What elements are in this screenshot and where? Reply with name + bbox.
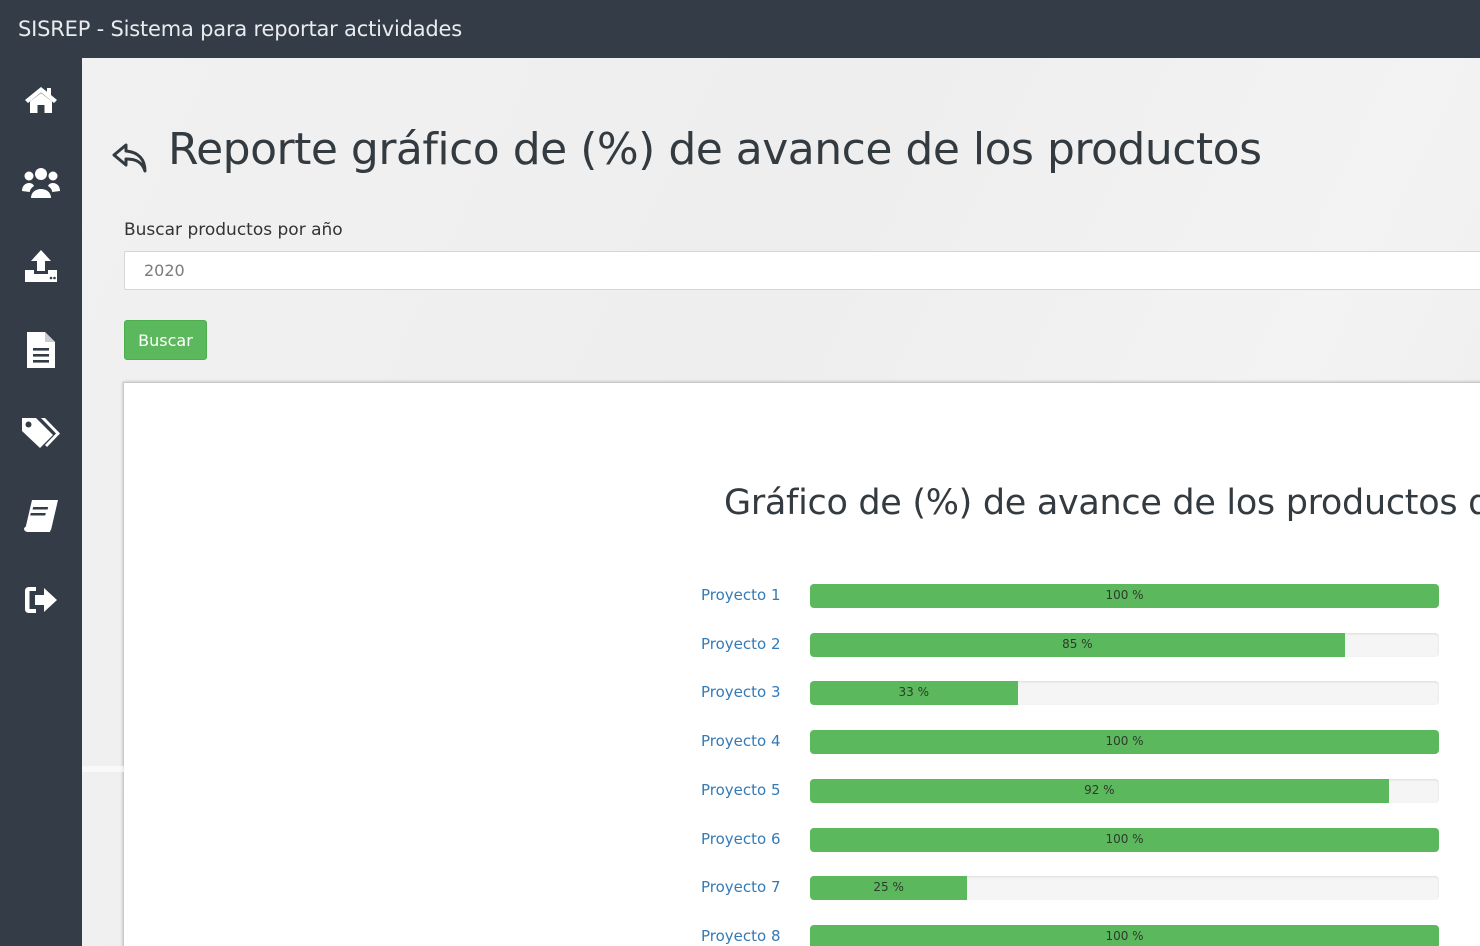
- category-label[interactable]: Proyecto 6: [701, 830, 781, 848]
- category-label[interactable]: Proyecto 3: [701, 683, 781, 701]
- value-label: 100 %: [1105, 832, 1144, 846]
- year-search-input[interactable]: [124, 251, 1480, 290]
- value-label: 100 %: [1105, 929, 1144, 943]
- tags-icon: [22, 418, 60, 448]
- chart-row: Proyecto 1 100 %: [124, 584, 1480, 610]
- chart-row: Proyecto 4 100 %: [124, 730, 1480, 756]
- value-label: 100 %: [1105, 734, 1144, 748]
- sidebar: [0, 58, 82, 946]
- sidebar-item-users[interactable]: [0, 153, 82, 213]
- page-title: Reporte gráfico de (%) de avance de los …: [168, 124, 1262, 175]
- category-label[interactable]: Proyecto 7: [701, 878, 781, 896]
- users-icon: [22, 168, 60, 198]
- search-button[interactable]: Buscar: [124, 320, 207, 360]
- chart-row: Proyecto 6 100 %: [124, 828, 1480, 854]
- progress-track: 100 %: [810, 584, 1439, 608]
- sidebar-item-tags[interactable]: [0, 403, 82, 463]
- home-icon: [25, 87, 57, 113]
- value-label: 33 %: [898, 685, 930, 699]
- sidebar-item-upload[interactable]: [0, 236, 82, 296]
- chart-row: Proyecto 7 25 %: [124, 876, 1480, 902]
- app-title: SISREP - Sistema para reportar actividad…: [18, 17, 462, 41]
- chart-row: Proyecto 8 100 %: [124, 925, 1480, 946]
- chart-title: Gráfico de (%) de avance de los producto…: [724, 483, 1480, 523]
- upload-icon: [25, 250, 57, 282]
- sidebar-item-book[interactable]: [0, 486, 82, 546]
- progress-track: 85 %: [810, 633, 1439, 657]
- chart-row: Proyecto 5 92 %: [124, 779, 1480, 805]
- category-label[interactable]: Proyecto 8: [701, 927, 781, 945]
- sidebar-item-logout[interactable]: [0, 570, 82, 630]
- progress-track: 100 %: [810, 730, 1439, 754]
- book-icon: [24, 500, 58, 532]
- progress-track: 92 %: [810, 779, 1439, 803]
- value-label: 25 %: [873, 880, 904, 894]
- progress-track: 25 %: [810, 876, 1439, 900]
- chart-row: Proyecto 2 85 %: [124, 633, 1480, 659]
- app-title-bar: SISREP - Sistema para reportar actividad…: [0, 0, 1480, 58]
- document-icon: [27, 332, 55, 368]
- category-label[interactable]: Proyecto 1: [701, 586, 781, 604]
- reply-arrow-icon[interactable]: [112, 141, 148, 175]
- progress-track: 100 %: [810, 828, 1439, 852]
- sidebar-item-documents[interactable]: [0, 320, 82, 380]
- main-content: Reporte gráfico de (%) de avance de los …: [82, 58, 1480, 946]
- sidebar-item-home[interactable]: [0, 70, 82, 130]
- logout-icon: [25, 587, 57, 613]
- value-label: 85 %: [1062, 637, 1093, 651]
- year-search-label: Buscar productos por año: [124, 220, 343, 240]
- progress-track: 33 %: [810, 681, 1439, 705]
- progress-track: 100 %: [810, 925, 1439, 946]
- value-label: 92 %: [1084, 783, 1115, 797]
- chart-panel: Gráfico de (%) de avance de los producto…: [123, 382, 1480, 946]
- value-label: 100 %: [1105, 588, 1144, 602]
- chart-row: Proyecto 3 33 %: [124, 681, 1480, 707]
- category-label[interactable]: Proyecto 2: [701, 635, 781, 653]
- category-label[interactable]: Proyecto 4: [701, 732, 781, 750]
- category-label[interactable]: Proyecto 5: [701, 781, 781, 799]
